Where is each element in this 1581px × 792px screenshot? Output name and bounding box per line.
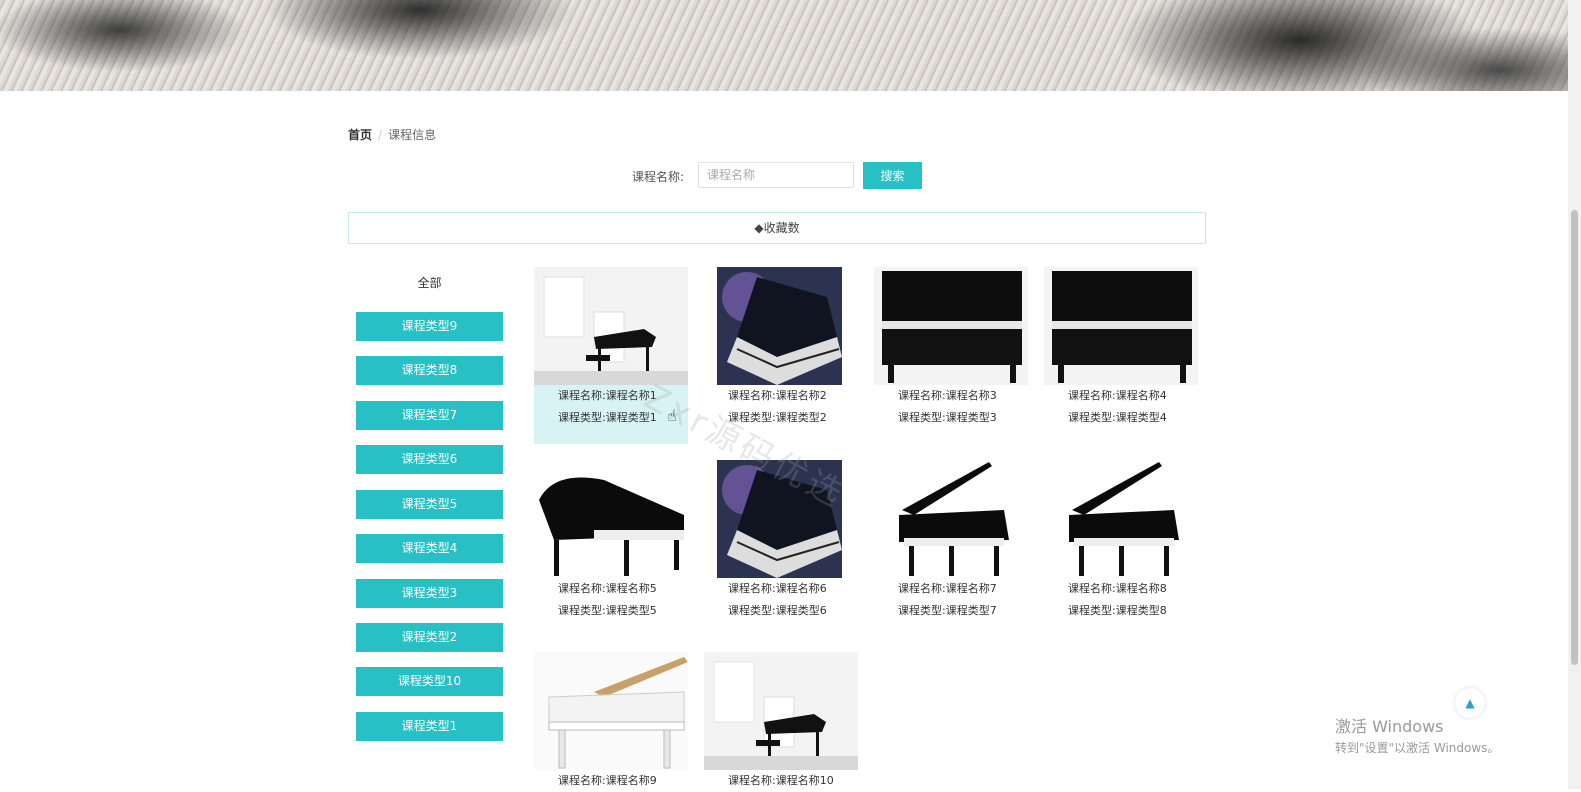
grand-piano-image [717,267,842,385]
course-type-label: 课程类型: [898,604,946,617]
category-all[interactable]: 全部 [356,274,503,291]
sort-by-favorites[interactable]: ◆收藏数 [348,212,1206,244]
course-image[interactable] [534,652,688,770]
course-image[interactable] [534,460,688,578]
course-type: 课程类型3 [945,411,997,424]
windows-activation-hint: 转到"设置"以激活 Windows。 [1335,741,1500,755]
course-name-label: 课程名称: [1068,582,1116,595]
category-item[interactable]: 课程类型7 [356,401,503,430]
course-card[interactable]: 课程名称:课程名称10 [704,652,858,792]
course-name: 课程名称6 [775,582,827,595]
course-card[interactable]: 课程名称:课程名称3 课程类型:课程类型3 [874,267,1028,429]
course-card[interactable]: 课程名称:课程名称9 [534,652,688,792]
course-type-label: 课程类型: [1068,604,1116,617]
course-image[interactable] [1044,460,1198,578]
course-name: 课程名称7 [945,582,997,595]
course-card[interactable]: 课程名称:课程名称8 课程类型:课程类型8 [1044,460,1198,622]
category-item[interactable]: 课程类型1 [356,712,503,741]
course-type: 课程类型6 [775,604,827,617]
course-name-label: 课程名称: [728,389,776,402]
grand-piano-image [534,267,688,385]
windows-activation-notice: 激活 Windows 转到"设置"以激活 Windows。 [1335,713,1499,756]
scrollbar-thumb[interactable] [1571,210,1578,665]
arrow-up-icon: ▲ [1465,696,1475,710]
course-name-label: 课程名称: [728,774,776,787]
breadcrumb-home[interactable]: 首页 [348,128,372,142]
category-item[interactable]: 课程类型9 [356,312,503,341]
course-type-label: 课程类型: [558,411,606,424]
white-grand-piano-image [534,652,688,770]
windows-activation-title: 激活 Windows [1335,717,1444,736]
course-name-label: 课程名称: [558,774,606,787]
course-name-label: 课程名称: [558,389,606,402]
category-item[interactable]: 课程类型2 [356,623,503,652]
search-label: 课程名称: [632,170,685,184]
page-scrollbar[interactable] [1568,0,1581,789]
header-banner [0,0,1568,91]
search-input[interactable] [698,162,854,188]
course-name: 课程名称3 [945,389,997,402]
upright-piano-image [874,267,1028,385]
course-type: 课程类型7 [945,604,997,617]
breadcrumb-separator: / [378,128,383,142]
course-type: 课程类型4 [1115,411,1167,424]
category-item[interactable]: 课程类型4 [356,534,503,563]
course-type: 课程类型8 [1115,604,1167,617]
upright-piano-image [1044,267,1198,385]
course-type-label: 课程类型: [898,411,946,424]
grand-piano-image [1044,460,1198,578]
course-type: 课程类型2 [775,411,827,424]
course-card[interactable]: 课程名称:课程名称4 课程类型:课程类型4 [1044,267,1198,429]
category-item[interactable]: 课程类型5 [356,490,503,519]
course-name: 课程名称9 [605,774,657,787]
course-image[interactable] [874,460,1028,578]
course-name: 课程名称2 [775,389,827,402]
breadcrumb: 首页 / 课程信息 [348,126,436,143]
course-name-label: 课程名称: [1068,389,1116,402]
search-button[interactable]: 搜索 [863,162,922,189]
course-name: 课程名称4 [1115,389,1167,402]
breadcrumb-current: 课程信息 [388,128,437,142]
course-type-label: 课程类型: [1068,411,1116,424]
course-image[interactable] [717,267,842,385]
course-image[interactable] [874,267,1028,385]
course-card[interactable]: 课程名称:课程名称5 课程类型:课程类型5 [534,460,688,622]
category-item[interactable]: 课程类型8 [356,356,503,385]
course-name-label: 课程名称: [898,582,946,595]
hand-cursor-icon: ☝ [667,406,677,425]
course-image[interactable] [1044,267,1198,385]
course-image[interactable] [704,652,858,770]
course-type-label: 课程类型: [558,604,606,617]
sort-label: ◆收藏数 [754,221,800,235]
grand-piano-image [704,652,858,770]
course-name: 课程名称10 [775,774,834,787]
grand-piano-image [534,460,688,578]
category-item[interactable]: 课程类型3 [356,579,503,608]
course-image[interactable] [534,267,688,385]
course-name-label: 课程名称: [898,389,946,402]
course-type-label: 课程类型: [728,604,776,617]
category-item[interactable]: 课程类型6 [356,445,503,474]
course-name: 课程名称8 [1115,582,1167,595]
course-name-label: 课程名称: [558,582,606,595]
category-item[interactable]: 课程类型10 [356,667,503,696]
course-type: 课程类型5 [605,604,657,617]
course-card[interactable]: 课程名称:课程名称7 课程类型:课程类型7 [874,460,1028,622]
grand-piano-image [874,460,1028,578]
course-name: 课程名称5 [605,582,657,595]
course-name-label: 课程名称: [728,582,776,595]
